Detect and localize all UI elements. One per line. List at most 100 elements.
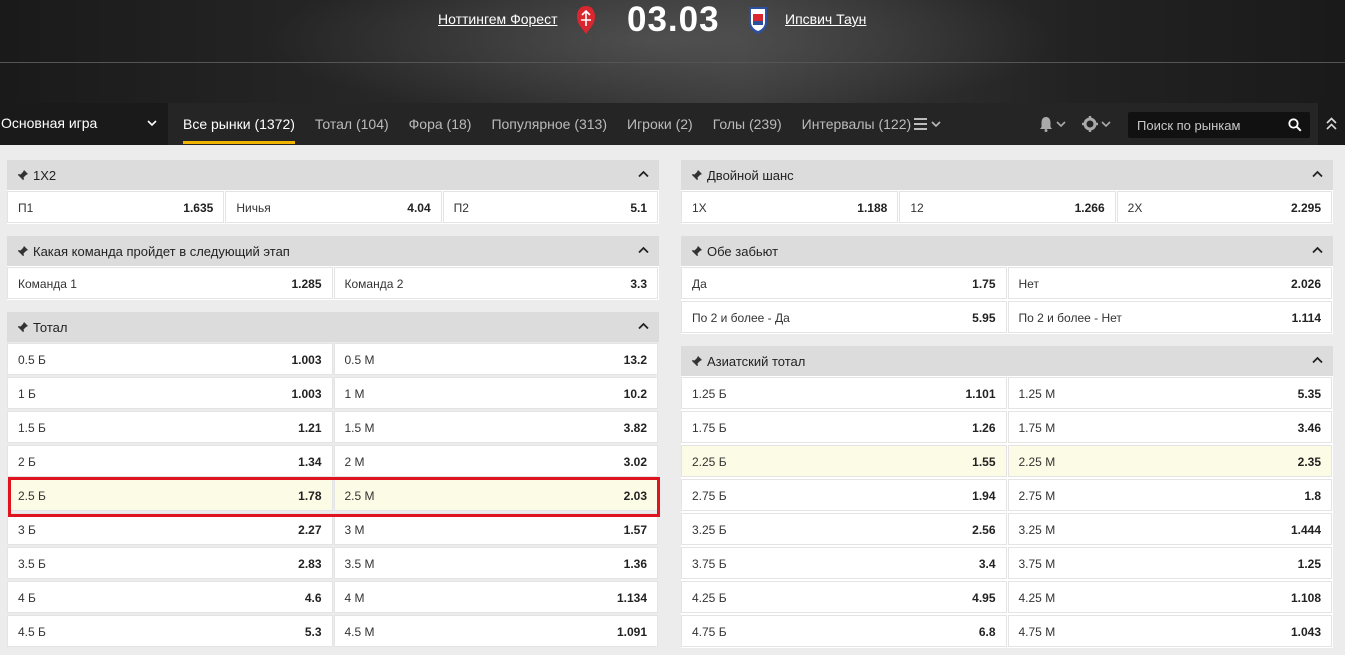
odds-label: 4 М: [344, 591, 365, 605]
odds-cell[interactable]: 1.25 Б 1.101: [681, 377, 1007, 409]
tab-label: Тотал: [314, 116, 353, 132]
odds-label: Да: [692, 277, 707, 291]
odds-cell[interactable]: 1.5 Б 1.21: [7, 411, 333, 443]
odds-cell[interactable]: Да 1.75: [681, 267, 1007, 299]
odds-cell[interactable]: 1.5 М 3.82: [333, 411, 658, 443]
market-tabs: Все рынки (1372) Тотал (104) Фора (18) П…: [183, 103, 931, 145]
odds-cell[interactable]: Нет 2.026: [1007, 267, 1332, 299]
odds-value: 3.3: [630, 277, 647, 291]
game-select-dropdown[interactable]: Основная игра: [0, 103, 168, 145]
market-1x2: 1X2 П1 1.635 Ничья 4.04 П2 5.1: [7, 160, 659, 224]
chevron-up-icon[interactable]: [638, 246, 649, 254]
odds-cell[interactable]: 2.75 Б 1.94: [681, 479, 1007, 511]
pin-icon[interactable]: [691, 355, 703, 367]
both-score-rows: Да 1.75 Нет 2.026 По 2 и более - Да 5.95 По 2 …: [681, 266, 1333, 334]
odds-value: 1.134: [616, 591, 647, 605]
pin-icon[interactable]: [691, 245, 703, 257]
odds-cell[interactable]: 2.25 М 2.35: [1007, 445, 1332, 477]
market-header[interactable]: Обе забьют: [681, 236, 1333, 266]
tab-all-markets[interactable]: Все рынки (1372): [183, 103, 295, 145]
market-title: Двойной шанс: [707, 168, 794, 183]
odds-cell[interactable]: 2.25 Б 1.55: [681, 445, 1007, 477]
odds-label: 0.5 М: [344, 353, 375, 367]
odds-cell[interactable]: 4.5 М 1.091: [333, 615, 658, 647]
odds-cell[interactable]: 3 М 1.57: [333, 513, 658, 545]
odds-cell[interactable]: Ничья 4.04: [225, 191, 442, 223]
odds-cell[interactable]: По 2 и более - Нет 1.114: [1007, 301, 1332, 333]
tab-total[interactable]: Тотал (104): [315, 103, 389, 145]
odds-cell[interactable]: 1 М 10.2: [333, 377, 658, 409]
odds-cell[interactable]: 1X 1.188: [681, 191, 899, 223]
odds-cell[interactable]: 1.75 Б 1.26: [681, 411, 1007, 443]
tab-intervals[interactable]: Интервалы (122): [802, 103, 912, 145]
market-header[interactable]: 1X2: [7, 160, 659, 190]
tab-handicap[interactable]: Фора (18): [409, 103, 472, 145]
chevron-up-icon[interactable]: [1312, 170, 1323, 178]
odds-cell[interactable]: П2 5.1: [442, 191, 658, 223]
chevron-up-icon[interactable]: [1312, 246, 1323, 254]
market-header[interactable]: Какая команда пройдет в следующий этап: [7, 236, 659, 266]
market-header[interactable]: Двойной шанс: [681, 160, 1333, 190]
odds-label: 4 Б: [18, 591, 36, 605]
odds-cell[interactable]: 12 1.266: [899, 191, 1116, 223]
odds-cell[interactable]: 3.25 М 1.444: [1007, 513, 1332, 545]
tab-count: (122): [878, 116, 912, 132]
odds-cell[interactable]: 3.75 М 1.25: [1007, 547, 1332, 579]
chevron-up-icon[interactable]: [1312, 356, 1323, 364]
chevron-up-icon[interactable]: [638, 322, 649, 330]
tab-goals[interactable]: Голы (239): [713, 103, 782, 145]
odds-cell[interactable]: 4.75 М 1.043: [1007, 615, 1332, 647]
odds-cell[interactable]: 0.5 Б 1.003: [7, 343, 333, 375]
settings-menu[interactable]: [1082, 115, 1114, 133]
odds-cell[interactable]: 4 Б 4.6: [7, 581, 333, 613]
odds-cell[interactable]: 4.5 Б 5.3: [7, 615, 333, 647]
tab-popular[interactable]: Популярное (313): [491, 103, 607, 145]
odds-cell[interactable]: 2 М 3.02: [333, 445, 658, 477]
odds-label: Нет: [1018, 277, 1039, 291]
odds-cell[interactable]: 0.5 М 13.2: [333, 343, 658, 375]
market-header[interactable]: Азиатский тотал: [681, 346, 1333, 376]
more-tabs-menu[interactable]: [913, 115, 943, 133]
tab-label: Интервалы: [801, 116, 875, 132]
odds-cell[interactable]: 3 Б 2.27: [7, 513, 333, 545]
odds-cell[interactable]: Команда 2 3.3: [333, 267, 658, 299]
odds-cell[interactable]: 3.25 Б 2.56: [681, 513, 1007, 545]
odds-cell[interactable]: 3.75 Б 3.4: [681, 547, 1007, 579]
odds-row: 4.75 Б 6.8 4.75 М 1.043: [681, 614, 1333, 648]
collapse-all-button[interactable]: [1318, 103, 1345, 145]
odds-cell[interactable]: 4.25 М 1.108: [1007, 581, 1332, 613]
odds-cell[interactable]: 2X 2.295: [1116, 191, 1332, 223]
notifications-menu[interactable]: [1038, 115, 1070, 133]
odds-row: 1X 1.188 12 1.266 2X 2.295: [681, 190, 1333, 224]
tab-players[interactable]: Игроки (2): [627, 103, 693, 145]
market-both-score: Обе забьют Да 1.75 Нет 2.026 По 2 и более - …: [681, 236, 1333, 334]
odds-cell[interactable]: 2.75 М 1.8: [1007, 479, 1332, 511]
odds-row: 4 Б 4.6 4 М 1.134: [7, 580, 659, 614]
odds-cell[interactable]: 4.25 Б 4.95: [681, 581, 1007, 613]
pin-icon[interactable]: [17, 321, 29, 333]
odds-cell[interactable]: 2 Б 1.34: [7, 445, 333, 477]
search-icon[interactable]: [1288, 118, 1302, 132]
away-team-link[interactable]: Ипсвич Таун: [785, 11, 866, 27]
pin-icon[interactable]: [17, 245, 29, 257]
odds-cell[interactable]: По 2 и более - Да 5.95: [681, 301, 1007, 333]
odds-cell[interactable]: 3.5 Б 2.83: [7, 547, 333, 579]
odds-cell[interactable]: 1.25 М 5.35: [1007, 377, 1332, 409]
odds-value: 1.34: [298, 455, 322, 469]
odds-cell[interactable]: 4.75 Б 6.8: [681, 615, 1007, 647]
chevron-up-icon[interactable]: [638, 170, 649, 178]
odds-label: 4.25 М: [1018, 591, 1056, 605]
odds-cell[interactable]: 4 М 1.134: [333, 581, 658, 613]
odds-label: 3.25 М: [1018, 523, 1056, 537]
market-search-input[interactable]: [1128, 112, 1278, 138]
odds-cell[interactable]: 1 Б 1.003: [7, 377, 333, 409]
home-team-link[interactable]: Ноттингем Форест: [438, 11, 557, 27]
odds-cell[interactable]: 3.5 М 1.36: [333, 547, 658, 579]
pin-icon[interactable]: [691, 169, 703, 181]
market-header[interactable]: Тотал: [7, 312, 659, 342]
odds-cell[interactable]: Команда 1 1.285: [7, 267, 333, 299]
pin-icon[interactable]: [17, 169, 29, 181]
odds-cell[interactable]: 1.75 М 3.46: [1007, 411, 1332, 443]
odds-cell[interactable]: П1 1.635: [7, 191, 225, 223]
odds-value: 1.55: [972, 455, 996, 469]
